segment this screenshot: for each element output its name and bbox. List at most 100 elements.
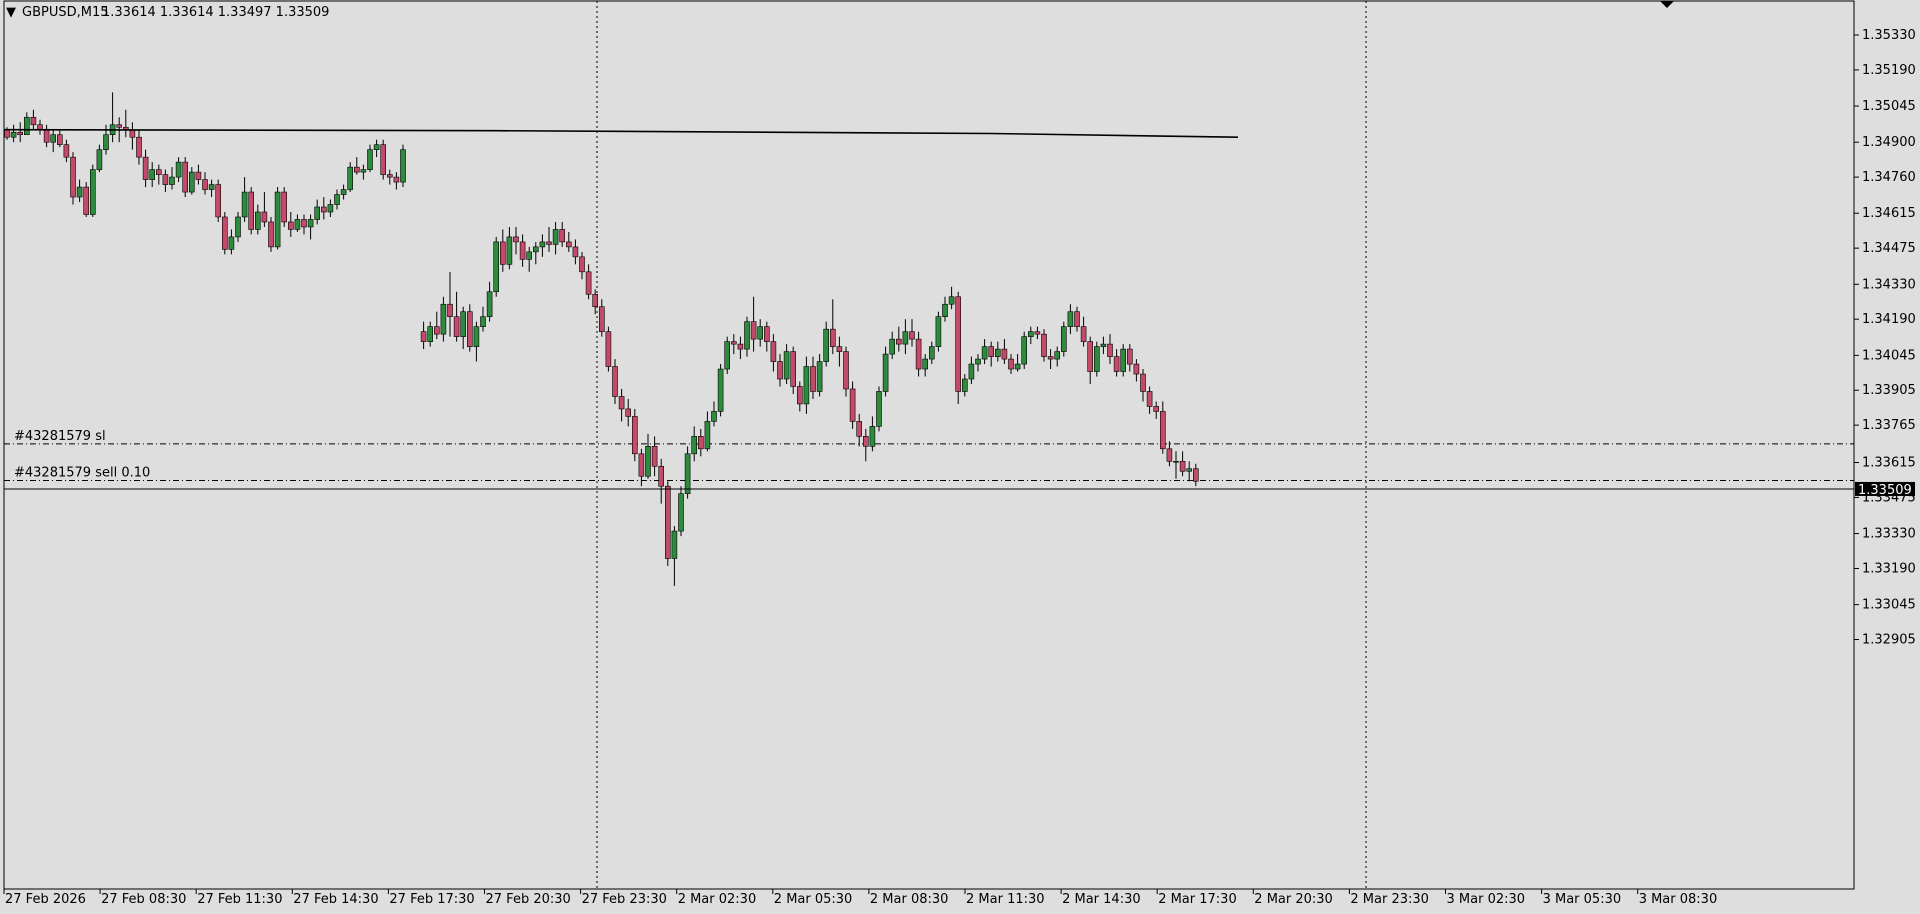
bull-candle-body	[327, 204, 334, 213]
bull-candle-body	[493, 241, 500, 293]
bull-candle-body	[460, 311, 467, 337]
bull-candle-body	[480, 316, 486, 327]
current-price-tag: 1.33509	[1855, 481, 1915, 498]
chart-background	[0, 0, 1920, 910]
bear-candle-body	[612, 366, 618, 397]
candle	[222, 211, 228, 255]
bear-candle-body	[1074, 311, 1080, 327]
chart-area[interactable]: #43281579 sl #43281579 sell 0.10 1.35330 1…	[0, 0, 1920, 910]
bear-candle-body	[605, 331, 612, 367]
candle	[717, 364, 724, 417]
bull-candle-body	[228, 236, 235, 250]
bull-candle-body	[10, 131, 17, 138]
x-tick-label: 2 Mar 14:30	[1062, 892, 1141, 907]
candle	[380, 139, 387, 180]
bear-candle-body	[618, 396, 625, 410]
y-tick-label: 1.34190	[1862, 312, 1916, 327]
candle	[1120, 344, 1126, 377]
bull-candle-body	[882, 353, 889, 392]
bear-candle-body	[4, 129, 10, 138]
bear-candle-body	[195, 171, 202, 180]
stop-loss-label: #43281579 sl	[14, 429, 106, 444]
x-tick-label: 2 Mar 23:30	[1350, 892, 1429, 907]
bull-candle-body	[671, 530, 678, 559]
bull-candle-body	[902, 331, 909, 345]
bear-candle-body	[664, 485, 671, 559]
candle	[1094, 341, 1100, 377]
bull-candle-body	[1014, 363, 1021, 370]
dropdown-triangle-icon[interactable]: ▼	[6, 5, 16, 20]
bear-candle-body	[697, 436, 704, 450]
bear-candle-body	[202, 179, 208, 190]
bull-candle-body	[440, 303, 447, 335]
bear-candle-body	[1080, 326, 1087, 342]
bull-candle-body	[367, 149, 373, 170]
candle	[493, 236, 500, 297]
bull-candle-body	[691, 436, 698, 455]
bear-candle-body	[631, 416, 638, 455]
bear-candle-body	[763, 326, 770, 342]
bear-candle-body	[572, 246, 579, 258]
bear-candle-body	[598, 306, 605, 332]
bear-candle-body	[447, 303, 453, 317]
bull-candle-body	[235, 216, 241, 238]
bear-candle-body	[651, 446, 658, 467]
candle	[83, 182, 89, 217]
x-tick-label: 2 Mar 08:30	[870, 892, 949, 907]
bear-candle-body	[320, 206, 327, 213]
bull-candle-body	[922, 358, 929, 370]
bull-candle-body	[360, 169, 367, 173]
bull-candle-body	[816, 361, 823, 392]
bull-candle-body	[803, 366, 810, 405]
bear-candle-body	[810, 366, 816, 392]
bull-candle-body	[189, 171, 195, 193]
candle	[90, 164, 96, 217]
x-tick-label: 27 Feb 2026	[5, 892, 86, 907]
candle	[268, 216, 274, 252]
bull-candle-body	[935, 316, 942, 347]
y-tick-label: 1.35330	[1862, 28, 1916, 43]
bull-candle-body	[307, 219, 314, 228]
bull-candle-body	[678, 493, 684, 532]
bull-candle-body	[1028, 331, 1034, 337]
candle	[281, 187, 288, 227]
bear-candle-body	[1146, 391, 1153, 407]
bear-candle-body	[1153, 406, 1159, 412]
candlestick-chart[interactable]: #43281579 sl #43281579 sell 0.10 1.35330 1…	[0, 0, 1920, 910]
bear-candle-body	[420, 331, 427, 342]
y-tick-label: 1.32905	[1862, 633, 1916, 648]
x-tick-label: 2 Mar 20:30	[1254, 892, 1333, 907]
bear-candle-body	[737, 343, 744, 350]
bull-candle-body	[400, 149, 406, 183]
candle	[876, 386, 882, 432]
bear-candle-body	[261, 211, 268, 223]
bear-candle-body	[453, 316, 460, 337]
bull-candle-body	[975, 358, 981, 365]
bear-candle-body	[1087, 341, 1093, 372]
x-tick-label: 27 Feb 08:30	[101, 892, 186, 907]
bear-candle-body	[393, 176, 400, 183]
bear-candle-body	[546, 241, 552, 245]
x-tick-label: 2 Mar 11:30	[966, 892, 1045, 907]
bull-candle-body	[684, 453, 691, 494]
bull-candle-body	[486, 291, 493, 317]
bull-candle-body	[532, 246, 539, 253]
bear-candle-body	[843, 351, 849, 390]
bear-candle-body	[625, 408, 632, 417]
bull-candle-body	[427, 326, 434, 342]
x-tick-label: 27 Feb 20:30	[486, 892, 571, 907]
bull-candle-body	[1173, 460, 1179, 463]
bull-candle-body	[645, 446, 651, 477]
bull-candle-body	[96, 149, 103, 170]
y-tick-label: 1.34760	[1862, 170, 1916, 185]
candle	[724, 336, 731, 375]
bear-candle-body	[519, 241, 526, 260]
y-tick-label: 1.34330	[1862, 277, 1916, 292]
bear-candle-body	[1133, 363, 1140, 375]
bull-candle-body	[876, 391, 882, 427]
bull-candle-body	[1021, 336, 1028, 365]
bear-candle-body	[433, 326, 440, 335]
bear-candle-body	[17, 131, 24, 136]
y-tick-label: 1.34475	[1862, 241, 1916, 256]
bear-candle-body	[116, 124, 122, 128]
